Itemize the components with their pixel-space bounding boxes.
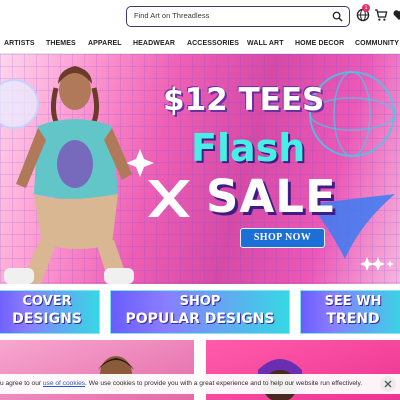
nav-item-home-decor[interactable]: HOME DECOR: [295, 40, 344, 47]
nav-item-artists[interactable]: ARTISTS: [4, 40, 35, 47]
cookie-policy-link[interactable]: use of cookies: [43, 380, 85, 387]
tile-subtitle: POPULAR DESIGNS: [125, 311, 275, 327]
tile-title: SEE WH: [324, 294, 382, 309]
nav-item-headwear[interactable]: HEADWEAR: [133, 40, 175, 47]
cookie-close-button[interactable]: [380, 376, 396, 392]
tile-discover-designs[interactable]: COVER DESIGNS: [0, 290, 100, 334]
search-icon[interactable]: [332, 11, 343, 22]
cookie-message: u agree to our use of cookies. We use co…: [0, 380, 362, 387]
model-photo: [0, 54, 150, 284]
top-bar: Find Art on Threadless 1: [0, 0, 400, 34]
tile-title: SHOP: [179, 294, 221, 309]
tile-subtitle: DESIGNS: [12, 311, 82, 327]
hero-headline-price: $12 TEES: [163, 82, 325, 118]
cart-icon[interactable]: [374, 8, 388, 22]
cookie-text-before: u agree to our: [0, 380, 43, 387]
hero-headline-flash: Flash: [191, 126, 306, 170]
search-placeholder: Find Art on Threadless: [134, 11, 210, 20]
cookie-banner: u agree to our use of cookies. We use co…: [0, 374, 400, 394]
promo-tiles: COVER DESIGNS SHOP POPULAR DESIGNS SEE W…: [0, 290, 400, 334]
tile-title: COVER: [22, 294, 72, 309]
nav-item-community[interactable]: COMMUNITY: [355, 40, 399, 47]
main-nav: ARTISTS THEMES APPAREL HEADWEAR ACCESSOR…: [0, 34, 400, 54]
hero-banner[interactable]: $12 TEES Flash SALE SHOP NOW: [0, 54, 400, 284]
shop-now-button[interactable]: SHOP NOW: [240, 228, 325, 248]
tile-subtitle: TREND: [326, 311, 380, 327]
nav-item-wall-art[interactable]: WALL ART: [247, 40, 284, 47]
hero-headline-sale: SALE: [206, 170, 337, 223]
close-icon[interactable]: [380, 376, 396, 392]
search-input[interactable]: Find Art on Threadless: [126, 6, 350, 27]
nav-item-themes[interactable]: THEMES: [46, 40, 76, 47]
tile-see-whats-trending[interactable]: SEE WH TREND: [300, 290, 400, 334]
heart-icon[interactable]: [392, 8, 400, 22]
nav-item-apparel[interactable]: APPAREL: [88, 40, 122, 47]
cookie-text-after: . We use cookies to provide you with a g…: [85, 380, 363, 387]
nav-item-accessories[interactable]: ACCESSORIES: [187, 40, 239, 47]
tile-shop-popular-designs[interactable]: SHOP POPULAR DESIGNS: [110, 290, 290, 334]
notification-badge: 1: [362, 4, 370, 12]
